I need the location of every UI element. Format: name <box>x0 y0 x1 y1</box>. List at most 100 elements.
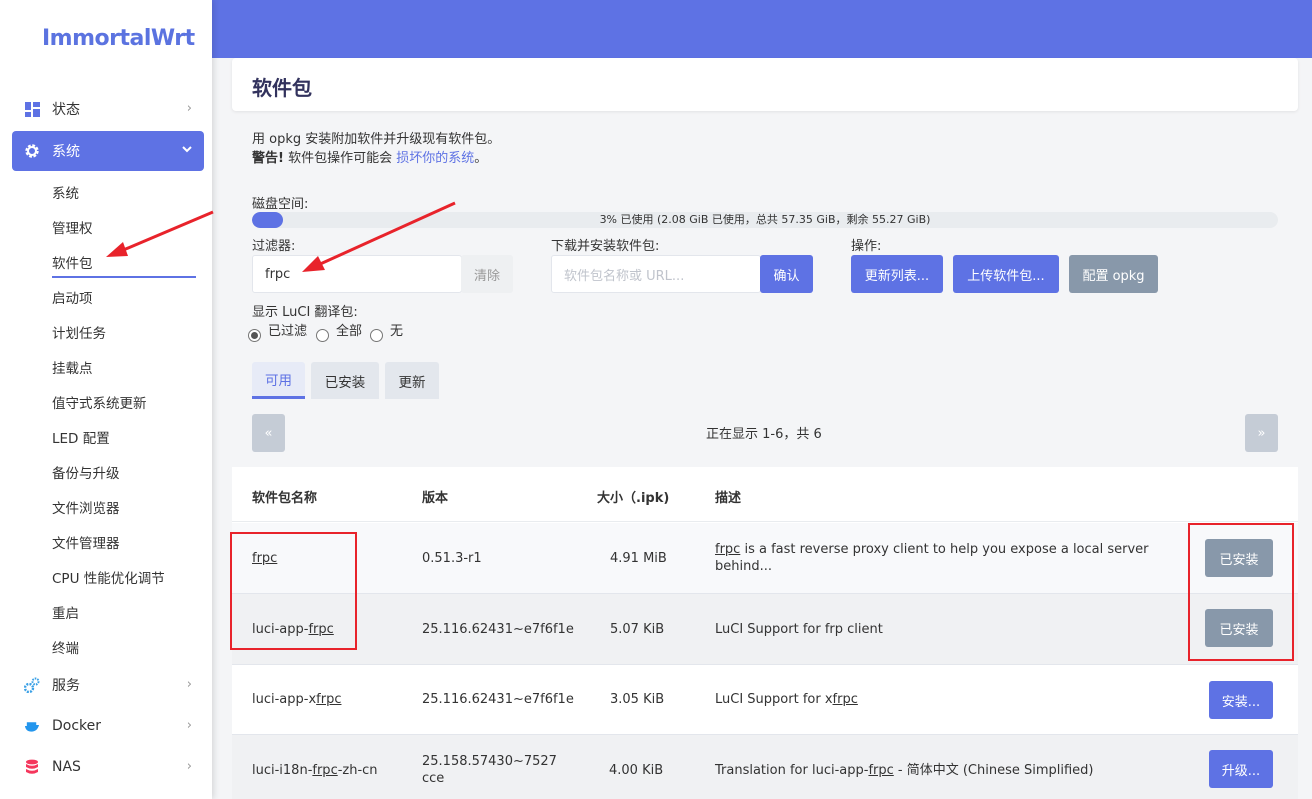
subnav-crontab[interactable]: 计划任务 <box>52 322 106 342</box>
warning-link[interactable]: 损坏你的系统 <box>396 151 474 166</box>
sidebar: ImmortalWrt 状态 › 系统 系统 管理权 软件包 启动项 计划任务 … <box>0 0 212 799</box>
warning-text: 软件包操作可能会 <box>288 151 393 166</box>
installed-button[interactable]: 已安装 <box>1205 539 1273 577</box>
disk-usage-text: 3% 已使用 (2.08 GiB 已使用，总共 57.35 GiB，剩余 55.… <box>599 213 931 226</box>
warning-line: 警告! 软件包操作可能会 损坏你的系统。 <box>252 149 500 168</box>
actions-label: 操作: <box>851 239 882 254</box>
chevron-right-icon: › <box>186 759 192 774</box>
package-size: 4.00 KiB <box>609 763 664 778</box>
radio-none-label: 无 <box>390 324 404 339</box>
subnav-attended-sysupgrade[interactable]: 值守式系统更新 <box>52 392 147 412</box>
sidebar-item-label: 状态 <box>52 102 80 118</box>
package-description: LuCI Support for xfrpc <box>715 692 858 707</box>
installed-button[interactable]: 已安装 <box>1205 609 1273 647</box>
tab-installed[interactable]: 已安装 <box>311 362 379 399</box>
active-underline <box>52 276 196 278</box>
subnav-file-browser[interactable]: 文件浏览器 <box>52 497 120 517</box>
header-size: 大小（.ipk) <box>597 491 670 506</box>
docker-icon <box>24 718 40 734</box>
sidebar-item-nas[interactable]: NAS › <box>12 747 204 787</box>
package-description: Translation for luci-app-frpc - 简体中文 (Ch… <box>715 763 1094 778</box>
upgrade-button[interactable]: 升级... <box>1209 750 1273 788</box>
table-row: luci-app-xfrpc 25.116.62431~e7f6f1e 3.05… <box>232 665 1298 735</box>
package-name[interactable]: luci-i18n-frpc-zh-cn <box>252 762 378 779</box>
table-header: 软件包名称 版本 大小（.ipk) 描述 <box>232 467 1298 522</box>
package-version: 25.116.62431~e7f6f1e <box>422 692 574 707</box>
package-description: LuCI Support for frp client <box>715 622 883 637</box>
sidebar-item-status[interactable]: 状态 › <box>12 89 204 129</box>
subnav-led[interactable]: LED 配置 <box>52 427 110 447</box>
sidebar-item-label: Docker <box>52 718 102 734</box>
chevron-down-icon <box>182 143 192 158</box>
translations-label: 显示 LuCI 翻译包: <box>252 305 358 320</box>
tab-updates[interactable]: 更新 <box>385 362 439 399</box>
chevron-right-icon: › <box>186 101 192 116</box>
package-description: frpc is a fast reverse proxy client to h… <box>715 542 1149 574</box>
page-description: 用 opkg 安装附加软件并升级现有软件包。 警告! 软件包操作可能会 损坏你的… <box>252 130 500 168</box>
sidebar-item-label: NAS <box>52 759 81 775</box>
package-version: 0.51.3-r1 <box>422 551 482 566</box>
disk-progress-bar: 3% 已使用 (2.08 GiB 已使用，总共 57.35 GiB，剩余 55.… <box>252 212 1278 228</box>
radio-all[interactable] <box>316 329 329 342</box>
table-row: luci-i18n-frpc-zh-cn 25.158.57430~7527cc… <box>232 735 1298 799</box>
title-card: 软件包 <box>232 58 1298 111</box>
sidebar-item-system[interactable]: 系统 <box>12 131 204 171</box>
chevron-right-icon: › <box>186 677 192 692</box>
package-name[interactable]: luci-app-frpc <box>252 621 334 638</box>
pager-next-button[interactable]: » <box>1245 414 1278 452</box>
package-size: 4.91 MiB <box>610 551 667 566</box>
subnav-backup-flash[interactable]: 备份与升级 <box>52 462 120 482</box>
warning-end: 。 <box>474 151 488 166</box>
configure-opkg-button[interactable]: 配置 opkg <box>1069 255 1158 293</box>
package-name[interactable]: luci-app-xfrpc <box>252 691 341 708</box>
pager-status: 正在显示 1-6，共 6 <box>706 427 822 442</box>
pager-prev-button[interactable]: « <box>252 414 285 452</box>
radio-all-label: 全部 <box>336 324 363 339</box>
subnav-terminal[interactable]: 终端 <box>52 637 79 657</box>
header-description: 描述 <box>715 491 742 506</box>
header-version: 版本 <box>422 491 449 506</box>
filter-input[interactable]: frpc <box>252 255 462 293</box>
disk-space-label: 磁盘空间: <box>252 197 309 212</box>
subnav-mounts[interactable]: 挂载点 <box>52 357 93 377</box>
install-ok-button[interactable]: 确认 <box>760 255 813 293</box>
subnav-cpu-perf[interactable]: CPU 性能优化调节 <box>52 567 165 587</box>
logo: ImmortalWrt <box>42 26 195 51</box>
description-line: 用 opkg 安装附加软件并升级现有软件包。 <box>252 132 501 147</box>
install-button[interactable]: 安装... <box>1209 681 1273 719</box>
sidebar-item-label: 服务 <box>52 678 80 694</box>
subnav-reboot[interactable]: 重启 <box>52 602 79 622</box>
package-size: 3.05 KiB <box>610 692 665 707</box>
update-lists-button[interactable]: 更新列表... <box>851 255 943 293</box>
subnav-system[interactable]: 系统 <box>52 182 79 202</box>
table-row: frpc 0.51.3-r1 4.91 MiB frpc is a fast r… <box>232 523 1298 594</box>
sidebar-item-docker[interactable]: Docker › <box>12 706 204 746</box>
package-url-input[interactable]: 软件包名称或 URL... <box>551 255 761 293</box>
subnav-administration[interactable]: 管理权 <box>52 217 93 237</box>
gear-icon <box>24 143 40 159</box>
upload-package-button[interactable]: 上传软件包... <box>953 255 1059 293</box>
radio-filtered[interactable] <box>248 329 261 342</box>
subnav-software[interactable]: 软件包 <box>52 252 93 272</box>
page-title: 软件包 <box>252 76 312 100</box>
clear-filter-button[interactable]: 清除 <box>461 255 513 293</box>
dashboard-icon <box>24 101 40 117</box>
warning-label: 警告! <box>252 151 284 166</box>
sidebar-item-label: 系统 <box>52 144 80 160</box>
package-name[interactable]: frpc <box>252 550 277 567</box>
header-band <box>212 0 1312 58</box>
chevron-right-icon: › <box>186 718 192 733</box>
sidebar-item-services[interactable]: 服务 › <box>12 665 204 705</box>
package-size: 5.07 KiB <box>610 622 665 637</box>
table-row: luci-app-frpc 25.116.62431~e7f6f1e 5.07 … <box>232 594 1298 665</box>
subnav-startup[interactable]: 启动项 <box>52 287 93 307</box>
radio-none[interactable] <box>370 329 383 342</box>
tab-available[interactable]: 可用 <box>252 362 305 399</box>
subnav-file-manager[interactable]: 文件管理器 <box>52 532 120 552</box>
database-icon <box>24 759 40 775</box>
packages-table: 软件包名称 版本 大小（.ipk) 描述 frpc 0.51.3-r1 4.91… <box>232 467 1298 799</box>
services-icon <box>24 677 40 693</box>
package-version: 25.116.62431~e7f6f1e <box>422 622 574 637</box>
radio-filtered-label: 已过滤 <box>268 324 308 339</box>
filter-label: 过滤器: <box>252 239 296 254</box>
